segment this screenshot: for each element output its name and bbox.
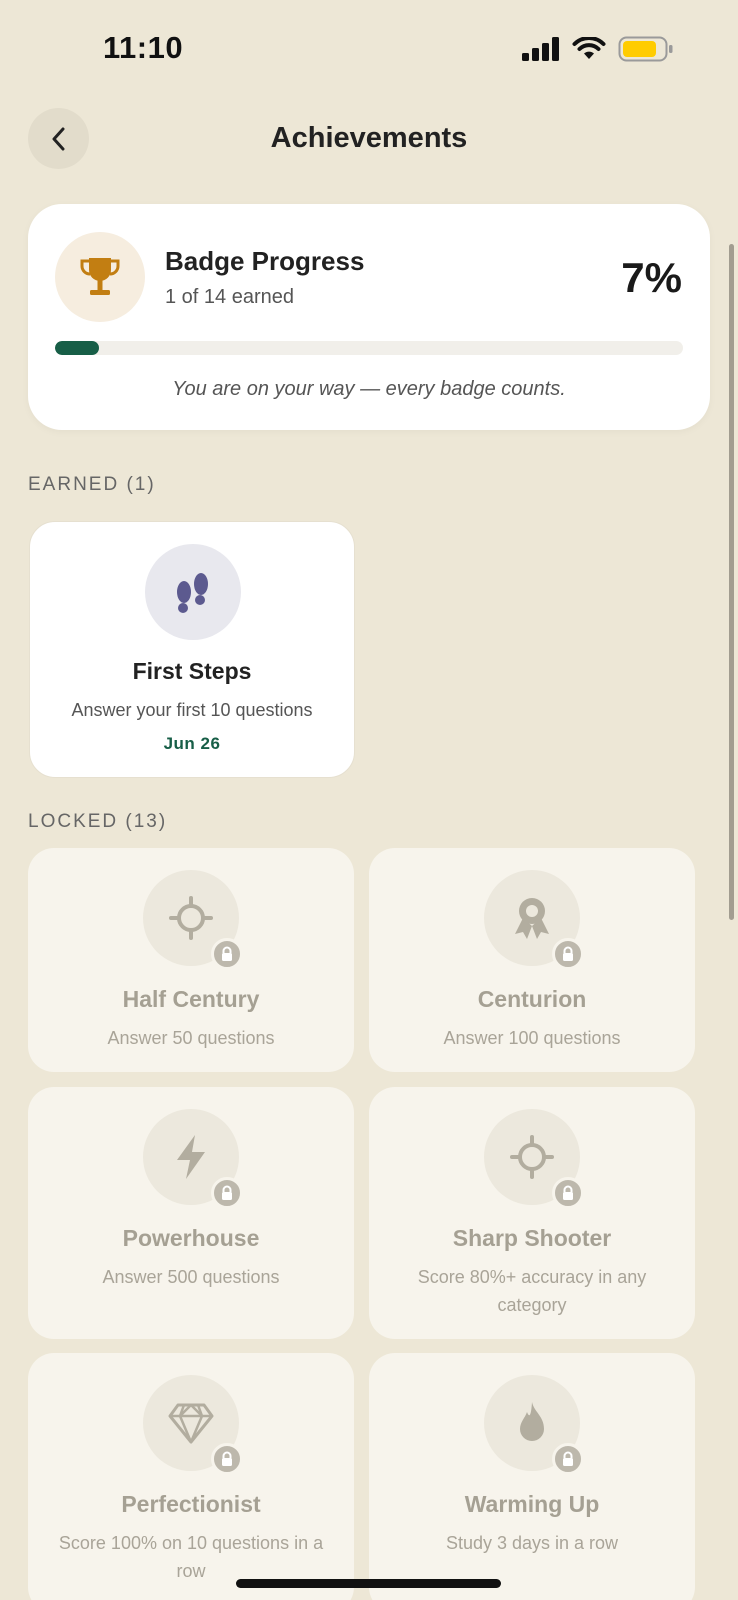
crosshair-icon — [510, 1135, 554, 1179]
badge-name: Centurion — [477, 986, 587, 1012]
badge-name: Half Century — [122, 986, 260, 1012]
earned-section-label: EARNED (1) — [28, 474, 156, 495]
progress-bar — [55, 341, 683, 355]
page-title: Achievements — [270, 122, 468, 154]
scrollbar[interactable] — [729, 244, 734, 920]
badge-progress-card: Badge Progress 1 of 14 earned 7% You are… — [28, 204, 710, 430]
badge-icon-circle — [145, 544, 241, 640]
lock-icon — [552, 1177, 584, 1209]
badge-icon-circle — [484, 1109, 584, 1209]
badge-card-warming-up[interactable]: Warming Up Study 3 days in a row — [369, 1353, 695, 1600]
badge-card-half-century[interactable]: Half Century Answer 50 questions — [28, 848, 354, 1072]
badge-card-perfectionist[interactable]: Perfectionist Score 100% on 10 questions… — [28, 1353, 354, 1600]
badge-icon-circle — [484, 870, 584, 970]
progress-message: You are on your way — every badge counts… — [172, 378, 566, 400]
badge-earned-date: Jun 26 — [163, 734, 221, 753]
crosshair-icon — [169, 896, 213, 940]
award-ribbon-icon — [515, 898, 549, 939]
diamond-icon — [168, 1403, 214, 1444]
badge-card-centurion[interactable]: Centurion Answer 100 questions — [369, 848, 695, 1072]
badge-description: Study 3 days in a row — [445, 1533, 619, 1553]
footprints-icon — [177, 573, 208, 613]
progress-title: Badge Progress — [165, 246, 365, 276]
cellular-signal-icon — [522, 37, 559, 61]
badge-name: Warming Up — [464, 1491, 600, 1517]
badge-name: Powerhouse — [122, 1225, 260, 1251]
progress-subtitle: 1 of 14 earned — [165, 286, 294, 308]
badge-icon-circle — [143, 1375, 243, 1475]
badge-description: Answer 500 questions — [102, 1267, 280, 1287]
badge-card-sharp-shooter[interactable]: Sharp Shooter Score 80%+ accuracy in any… — [369, 1087, 695, 1339]
flame-icon — [520, 1402, 544, 1441]
status-time: 11:10 — [103, 30, 184, 65]
header: Achievements — [0, 108, 738, 172]
badge-description: Answer 50 questions — [107, 1028, 275, 1048]
progress-percent: 7% — [621, 254, 682, 301]
badge-card-first-steps[interactable]: First Steps Answer your first 10 questio… — [29, 521, 355, 778]
wifi-icon — [572, 37, 606, 59]
home-indicator[interactable] — [236, 1579, 501, 1588]
lock-icon — [211, 1443, 243, 1475]
status-bar: 11:10 — [0, 0, 738, 100]
badge-description: Score 80%+ accuracy in any category — [417, 1267, 647, 1315]
badge-icon-circle — [143, 1109, 243, 1209]
badge-description: Score 100% on 10 questions in a row — [58, 1533, 324, 1581]
trophy-icon — [80, 258, 120, 295]
locked-section-label: LOCKED (13) — [28, 811, 168, 832]
lightning-icon — [177, 1135, 205, 1179]
lock-icon — [552, 938, 584, 970]
lock-icon — [211, 938, 243, 970]
badge-name: Perfectionist — [121, 1491, 261, 1517]
progress-bar-fill — [55, 341, 99, 355]
lock-icon — [211, 1177, 243, 1209]
badge-icon-circle — [143, 870, 243, 970]
badge-name: First Steps — [132, 658, 252, 684]
badge-card-powerhouse[interactable]: Powerhouse Answer 500 questions — [28, 1087, 354, 1339]
lock-icon — [552, 1443, 584, 1475]
badge-description: Answer 100 questions — [443, 1028, 621, 1048]
badge-description: Answer your first 10 questions — [71, 700, 313, 720]
badge-icon-circle — [484, 1375, 584, 1475]
badge-name: Sharp Shooter — [452, 1225, 612, 1251]
status-icons — [522, 36, 674, 62]
battery-icon — [618, 36, 673, 62]
trophy-badge — [55, 232, 145, 322]
